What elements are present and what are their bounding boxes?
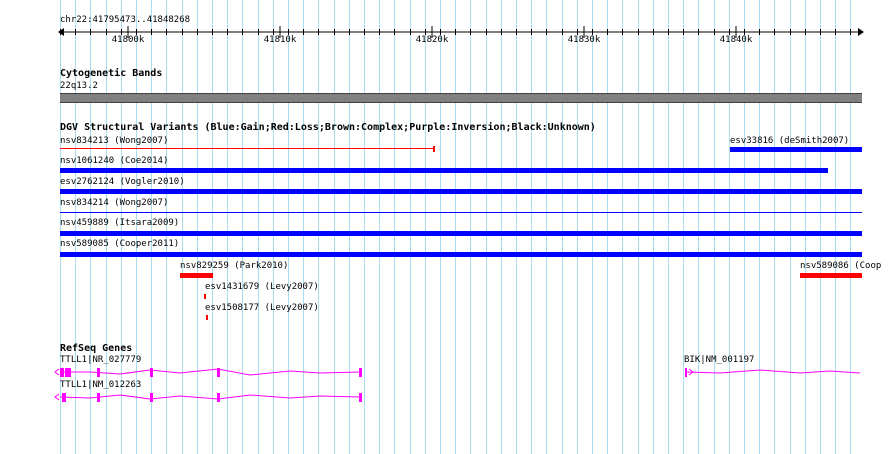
variant-gain-bar[interactable] <box>60 168 828 173</box>
ruler-tick-label: 41830k <box>567 35 601 45</box>
variant-label[interactable]: nsv459889 (Itsara2009) <box>60 218 179 229</box>
variant-gain-bar[interactable] <box>60 231 862 236</box>
gene-model-bik-nm001197[interactable] <box>680 364 870 380</box>
variant-label[interactable]: nsv1061240 (Coe2014) <box>60 156 168 167</box>
variant-label[interactable]: nsv834213 (Wong2007) <box>60 136 168 147</box>
variant-loss-bar[interactable] <box>800 273 862 278</box>
variant-gain-bar[interactable] <box>60 212 862 213</box>
ruler-tick-label: 41800k <box>111 35 145 45</box>
variant-label[interactable]: nsv834214 (Wong2007) <box>60 198 168 209</box>
refseq-track-title: RefSeq Genes <box>60 343 133 354</box>
gene-model-ttll1-nm012263[interactable] <box>50 389 370 405</box>
variant-label[interactable]: esv2762124 (Vogler2010) <box>60 177 185 188</box>
variant-label[interactable]: esv33816 (deSmith2007) <box>730 136 849 147</box>
variant-label[interactable]: nsv829259 (Park2010) <box>180 261 288 272</box>
cytoband-label: 22q13.2 <box>60 81 98 91</box>
variant-loss-bar[interactable] <box>180 273 213 278</box>
variant-label[interactable]: nsv589085 (Cooper2011) <box>60 239 179 250</box>
variant-loss-bar[interactable] <box>60 148 435 149</box>
variant-loss-bar[interactable] <box>204 294 206 299</box>
cytoband-bar[interactable] <box>60 93 862 103</box>
variant-gain-bar[interactable] <box>60 189 862 194</box>
ruler-tick-label: 41810k <box>263 35 297 45</box>
genome-browser-view: chr22:41795473..41848268 41800k 41810k 4… <box>0 0 890 454</box>
variant-label[interactable]: nsv589086 (Coop <box>800 261 881 272</box>
gene-model-ttll1-nr027779[interactable] <box>50 364 370 380</box>
cytoband-track-title: Cytogenetic Bands <box>60 68 163 79</box>
variant-gain-bar[interactable] <box>60 252 862 257</box>
dgv-track-title: DGV Structural Variants (Blue:Gain;Red:L… <box>60 122 596 133</box>
ruler-tick-label: 41840k <box>719 35 753 45</box>
ruler-tick-label: 41820k <box>415 35 449 45</box>
variant-label[interactable]: esv1508177 (Levy2007) <box>205 303 319 314</box>
variant-gain-bar[interactable] <box>730 147 862 152</box>
variant-loss-bar-end[interactable] <box>433 146 435 152</box>
variant-loss-bar[interactable] <box>206 315 208 320</box>
variant-label[interactable]: esv1431679 (Levy2007) <box>205 282 319 293</box>
